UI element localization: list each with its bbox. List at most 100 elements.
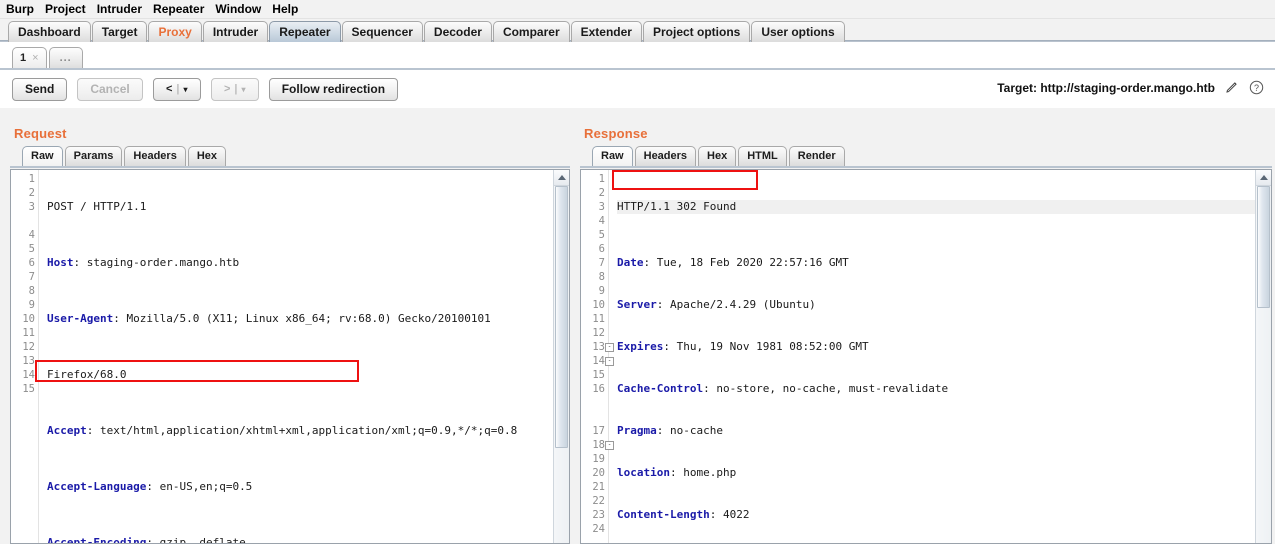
line-number: 4 — [28, 229, 35, 241]
response-tab-render[interactable]: Render — [788, 146, 845, 166]
burp-suite-window: Burp Project Intruder Repeater Window He… — [0, 0, 1275, 544]
line-number: 15 — [592, 369, 605, 381]
chevron-down-icon: ▾ — [241, 84, 246, 94]
line-number: 1 — [598, 173, 605, 185]
request-tab-raw[interactable]: Raw — [22, 146, 63, 166]
response-tab-hex[interactable]: Hex — [698, 146, 737, 166]
action-bar: Send Cancel < | ▾ > | ▾ Follow redirecti… — [0, 70, 1275, 108]
line-number: 14 — [22, 369, 35, 381]
line-number: 7 — [28, 271, 35, 283]
target-label: Target: http://staging-order.mango.htb — [997, 80, 1215, 95]
tab-dashboard[interactable]: Dashboard — [8, 21, 91, 42]
send-button[interactable]: Send — [12, 77, 68, 101]
response-tab-html[interactable]: HTML — [738, 146, 787, 166]
request-tab-hex[interactable]: Hex — [187, 146, 226, 166]
tab-user-options[interactable]: User options — [751, 21, 845, 42]
menu-item-window[interactable]: Window — [215, 2, 261, 16]
menu-item-repeater[interactable]: Repeater — [153, 2, 204, 16]
line-number: 1 — [28, 173, 35, 185]
repeater-tab-1[interactable]: 1 × — [12, 47, 47, 68]
code-line: Content-Length: 4022 — [617, 508, 750, 521]
repeater-tab-label: 1 — [20, 51, 27, 64]
menu-bar: Burp Project Intruder Repeater Window He… — [0, 0, 1275, 19]
line-number: 13 — [22, 355, 35, 367]
line-number: 16 — [592, 383, 605, 395]
line-number: 24 — [592, 523, 605, 535]
response-editor[interactable]: 1 2 3 4 5 6 7 8 9 10 11 12 13- 14- 15 16… — [580, 169, 1272, 544]
request-title: Request — [14, 126, 67, 141]
svg-text:?: ? — [1254, 83, 1259, 93]
cancel-button[interactable]: Cancel — [77, 77, 143, 101]
menu-item-help[interactable]: Help — [272, 2, 298, 16]
scroll-up-arrow[interactable] — [554, 170, 569, 186]
request-tab-params[interactable]: Params — [64, 146, 123, 166]
line-number: 14- — [581, 354, 614, 368]
line-number: 22 — [592, 495, 605, 507]
line-number: 17 — [592, 425, 605, 437]
tab-extender[interactable]: Extender — [570, 21, 642, 42]
tab-proxy[interactable]: Proxy — [148, 21, 202, 42]
code-line: Server: Apache/2.4.29 (Ubuntu) — [617, 298, 816, 311]
response-tab-raw[interactable]: Raw — [592, 146, 633, 166]
line-number: 9 — [28, 299, 35, 311]
code-line: Expires: Thu, 19 Nov 1981 08:52:00 GMT — [617, 340, 869, 353]
request-code[interactable]: POST / HTTP/1.1 Host: staging-order.mang… — [39, 170, 569, 543]
tab-repeater[interactable]: Repeater — [269, 21, 341, 42]
line-number — [581, 410, 605, 424]
scrollbar-thumb[interactable] — [1257, 186, 1270, 308]
request-vertical-scrollbar[interactable] — [553, 170, 569, 543]
tab-comparer[interactable]: Comparer — [492, 21, 570, 42]
request-tab-headers[interactable]: Headers — [124, 146, 186, 166]
request-editor[interactable]: 1 2 3 4 5 6 7 8 9 10 11 12 13 14 15 POST… — [10, 169, 570, 544]
response-tab-strip: Raw Headers Hex HTML Render — [580, 144, 1272, 168]
tab-intruder[interactable]: Intruder — [202, 21, 269, 42]
button-separator: | — [234, 83, 238, 95]
code-line: POST / HTTP/1.1 — [47, 200, 147, 213]
follow-redirection-button[interactable]: Follow redirection — [268, 77, 399, 101]
response-gutter: 1 2 3 4 5 6 7 8 9 10 11 12 13- 14- 15 16… — [581, 170, 614, 543]
line-number: 6 — [598, 243, 605, 255]
menu-item-project[interactable]: Project — [45, 2, 86, 16]
tab-decoder[interactable]: Decoder — [423, 21, 492, 42]
menu-item-burp[interactable]: Burp — [6, 2, 34, 16]
code-line: Accept: text/html,application/xhtml+xml,… — [47, 424, 518, 437]
response-code[interactable]: HTTP/1.1 302 Found Date: Tue, 18 Feb 202… — [609, 170, 1271, 543]
line-number: 23 — [592, 509, 605, 521]
line-number: 7 — [598, 257, 605, 269]
tab-target[interactable]: Target — [91, 21, 148, 42]
line-number: 15 — [22, 383, 35, 395]
line-number: 11 — [592, 313, 605, 325]
tab-sequencer[interactable]: Sequencer — [341, 21, 423, 42]
tab-project-options[interactable]: Project options — [642, 21, 751, 42]
response-tab-headers[interactable]: Headers — [634, 146, 697, 166]
close-icon[interactable]: × — [32, 49, 38, 68]
chevron-right-icon: > — [223, 83, 231, 95]
line-number: 10 — [22, 313, 35, 325]
line-number: 2 — [598, 187, 605, 199]
line-number: 4 — [598, 215, 605, 227]
editor-panes: Request Raw Params Headers Hex 1 2 3 4 5 — [0, 126, 1275, 544]
code-line: Date: Tue, 18 Feb 2020 22:57:16 GMT — [617, 256, 849, 269]
previous-request-button[interactable]: < | ▾ — [152, 77, 201, 101]
line-number: 12 — [592, 327, 605, 339]
menu-item-intruder[interactable]: Intruder — [97, 2, 142, 16]
response-vertical-scrollbar[interactable] — [1255, 170, 1271, 543]
line-number: 8 — [598, 271, 605, 283]
request-pane: Request Raw Params Headers Hex 1 2 3 4 5 — [10, 126, 570, 544]
code-line: Host: staging-order.mango.htb — [47, 256, 240, 269]
code-line: User-Agent: Mozilla/5.0 (X11; Linux x86_… — [47, 312, 491, 325]
line-number: 8 — [28, 285, 35, 297]
code-line: Accept-Language: en-US,en;q=0.5 — [47, 480, 253, 493]
target-area: Target: http://staging-order.mango.htb ? — [997, 79, 1265, 96]
line-number — [581, 396, 605, 410]
repeater-add-tab-button[interactable]: ... — [48, 47, 83, 68]
scrollbar-thumb[interactable] — [555, 186, 568, 448]
next-request-button[interactable]: > | ▾ — [210, 77, 259, 101]
question-icon[interactable]: ? — [1248, 79, 1265, 96]
code-line: Accept-Encoding: gzip, deflate — [47, 536, 246, 543]
code-line: location: home.php — [617, 466, 737, 479]
line-number: 21 — [592, 481, 605, 493]
response-status-line: HTTP/1.1 302 Found — [617, 200, 1271, 214]
pencil-icon[interactable] — [1223, 79, 1240, 96]
scroll-up-arrow[interactable] — [1256, 170, 1271, 186]
